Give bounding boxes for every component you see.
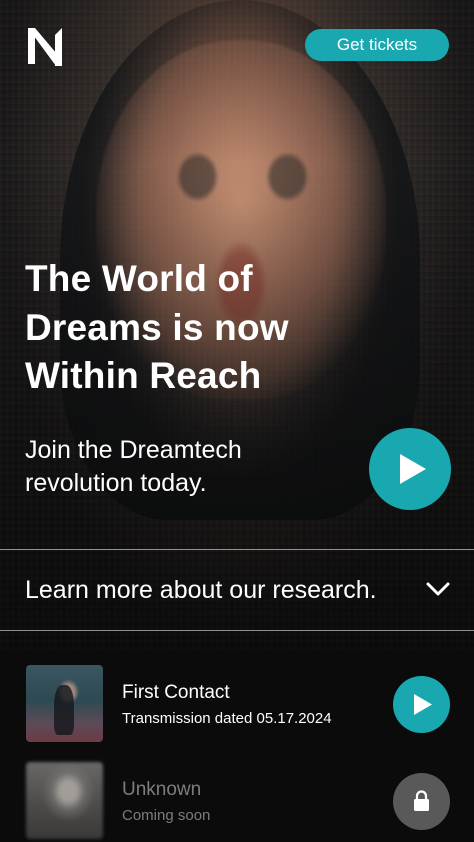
track-item[interactable]: First Contact Transmission dated 05.17.2… [0, 665, 474, 745]
track-item-locked[interactable]: Unknown Coming soon [0, 762, 474, 842]
n-logo-icon[interactable] [26, 26, 64, 66]
track-subtitle: Coming soon [122, 807, 211, 824]
play-icon [400, 454, 426, 484]
lock-icon [414, 790, 429, 811]
track-lock-button[interactable] [393, 773, 450, 830]
track-title: Unknown [122, 779, 202, 800]
track-play-button[interactable] [393, 676, 450, 733]
track-thumbnail [26, 762, 103, 839]
track-list: First Contact Transmission dated 05.17.2… [0, 651, 474, 842]
divider-bottom [0, 630, 474, 631]
get-tickets-button[interactable]: Get tickets [305, 29, 449, 61]
hero-play-button[interactable] [369, 428, 451, 510]
track-subtitle: Transmission dated 05.17.2024 [122, 710, 332, 727]
learn-more-row[interactable]: Learn more about our research. [0, 550, 474, 630]
chevron-down-icon[interactable] [426, 581, 450, 597]
track-thumbnail [26, 665, 103, 742]
learn-more-label: Learn more about our research. [25, 576, 377, 604]
hero-title: The World of Dreams is now Within Reach [25, 258, 289, 396]
hero-subtitle: Join the Dreamtech revolution today. [25, 436, 242, 497]
track-title: First Contact [122, 682, 230, 703]
play-icon [414, 694, 432, 715]
